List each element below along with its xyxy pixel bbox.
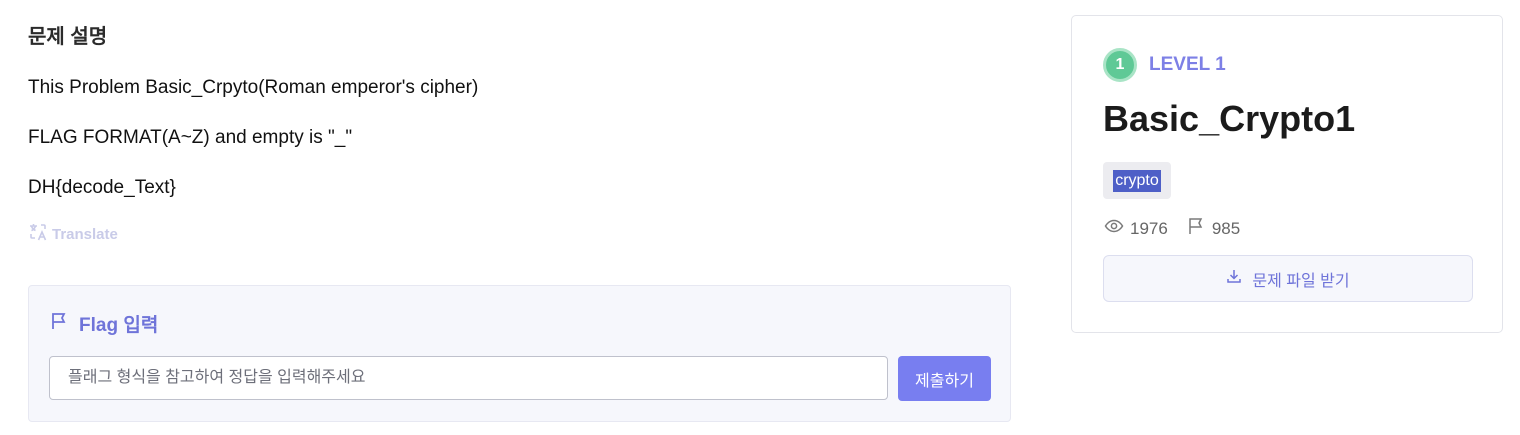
eye-icon bbox=[1104, 216, 1124, 241]
flag-panel-title: Flag 입력 bbox=[79, 315, 159, 336]
category-tag-label: crypto bbox=[1113, 169, 1161, 192]
level-label: LEVEL 1 bbox=[1149, 54, 1226, 75]
challenge-stats: 1976 985 bbox=[1104, 216, 1240, 241]
level-indicator: 1 LEVEL 1 bbox=[1103, 48, 1226, 82]
category-tag[interactable]: crypto bbox=[1103, 162, 1171, 199]
flag-input[interactable] bbox=[49, 356, 888, 400]
section-title: 문제 설명 bbox=[28, 26, 108, 48]
description-line: FLAG FORMAT(A~Z) and empty is "_" bbox=[28, 127, 353, 148]
download-label: 문제 파일 받기 bbox=[1252, 272, 1350, 290]
view-count: 1976 bbox=[1130, 218, 1168, 238]
flag-icon bbox=[1186, 216, 1206, 241]
download-files-button[interactable]: 문제 파일 받기 bbox=[1103, 255, 1473, 302]
flag-input-panel: Flag 입력 제출하기 bbox=[28, 285, 1011, 422]
description-line: DH{decode_Text} bbox=[28, 177, 176, 198]
flag-panel-header: Flag 입력 bbox=[49, 310, 158, 337]
challenge-info-card: 1 LEVEL 1 Basic_Crypto1 crypto 1976 985 … bbox=[1071, 15, 1503, 333]
solve-count: 985 bbox=[1211, 218, 1241, 238]
flag-icon bbox=[49, 311, 69, 337]
level-badge: 1 bbox=[1103, 48, 1137, 82]
download-icon bbox=[1226, 268, 1242, 289]
submit-button[interactable]: 제출하기 bbox=[898, 356, 991, 401]
translate-label: Translate bbox=[52, 225, 118, 243]
translate-button[interactable]: Translate bbox=[28, 222, 118, 246]
challenge-title: Basic_Crypto1 bbox=[1103, 98, 1356, 139]
translate-icon bbox=[28, 222, 48, 246]
description-line: This Problem Basic_Crpyto(Roman emperor'… bbox=[28, 77, 479, 98]
